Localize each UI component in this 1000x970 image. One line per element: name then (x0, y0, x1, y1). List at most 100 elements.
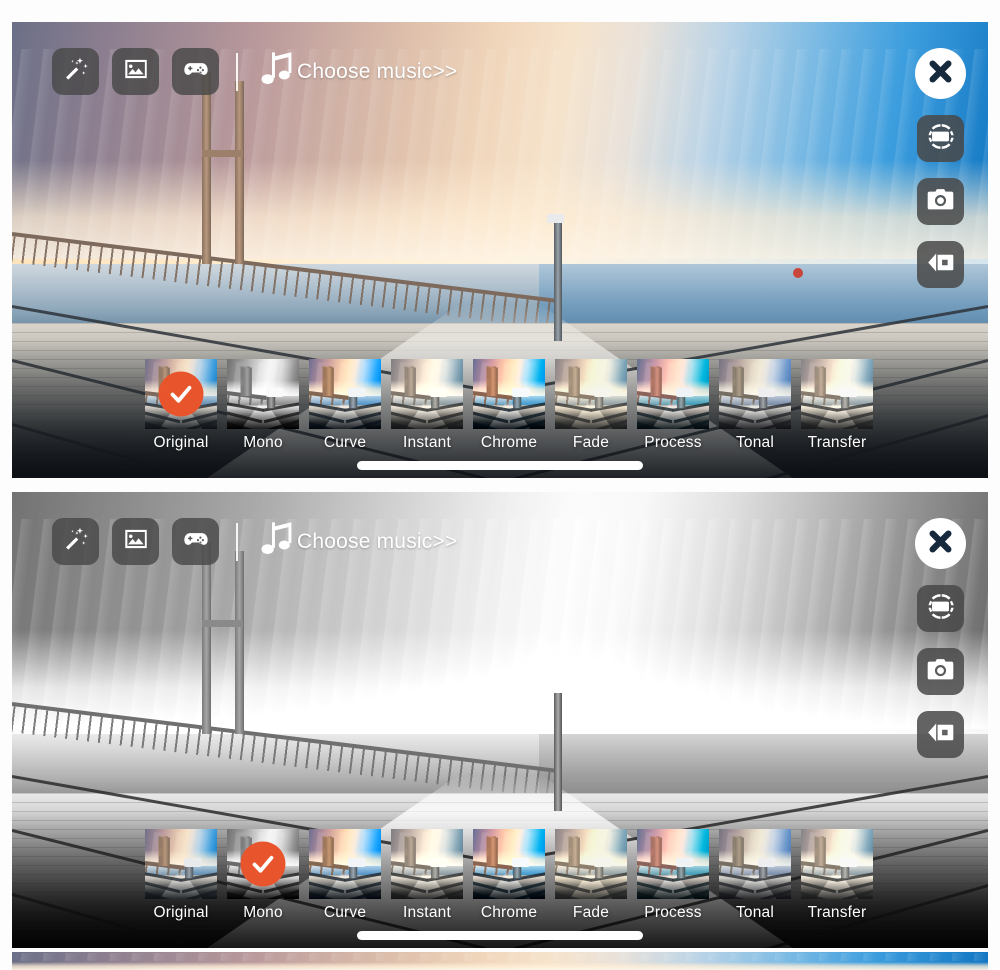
filter-thumbnail (145, 359, 217, 429)
video-camera-icon (926, 248, 955, 282)
filter-item-process[interactable]: Process (632, 359, 714, 452)
filter-label: Process (644, 904, 702, 921)
filter-item-original[interactable]: Original (140, 829, 222, 922)
filter-item-instant[interactable]: Instant (386, 359, 468, 452)
filter-thumbnail (719, 359, 791, 429)
video-button[interactable] (917, 711, 964, 758)
magic-wand-icon (62, 525, 90, 558)
gamepad-icon (182, 525, 210, 558)
rotate-frame-icon (926, 592, 955, 626)
filter-preview (719, 359, 791, 429)
filter-item-tonal[interactable]: Tonal (714, 829, 796, 922)
filter-item-chrome[interactable]: Chrome (468, 359, 550, 452)
preview-image-next (12, 952, 988, 970)
close-icon (927, 528, 954, 560)
filter-item-mono[interactable]: Mono (222, 829, 304, 922)
screenshot-page: Choose music>> Original Mono Curve Insta… (0, 0, 1000, 970)
filter-thumbnail (309, 359, 381, 429)
filter-label: Mono (243, 434, 283, 451)
filter-thumbnail (555, 359, 627, 429)
filter-label: Chrome (480, 904, 538, 921)
filter-thumbnail (637, 359, 709, 429)
gamepad-button[interactable] (172, 518, 219, 565)
filter-label: Transfer (807, 434, 867, 451)
close-button[interactable] (915, 48, 966, 99)
close-button[interactable] (915, 518, 966, 569)
photo-button[interactable] (112, 518, 159, 565)
camera-button[interactable] (917, 648, 964, 695)
filter-label: Mono (243, 904, 283, 921)
filter-item-instant[interactable]: Instant (386, 829, 468, 922)
right-action-rail (915, 518, 966, 758)
video-button[interactable] (917, 241, 964, 288)
filter-preview (555, 359, 627, 429)
home-indicator[interactable] (357, 461, 643, 470)
gamepad-icon (182, 55, 210, 88)
rotate-button[interactable] (917, 115, 964, 162)
filter-item-transfer[interactable]: Transfer (796, 359, 878, 452)
magic-wand-button[interactable] (52, 518, 99, 565)
filter-strip[interactable]: Original Mono Curve Instant Chrome Fade … (140, 359, 988, 452)
filter-item-chrome[interactable]: Chrome (468, 829, 550, 922)
pier-post-cap (546, 683, 564, 693)
filter-label: Fade (572, 904, 610, 921)
filter-thumbnail (145, 829, 217, 899)
filter-label: Instant (403, 904, 451, 921)
top-toolbar: Choose music>> (52, 48, 457, 95)
filter-item-curve[interactable]: Curve (304, 829, 386, 922)
filter-label: Curve (323, 434, 367, 451)
close-icon (927, 58, 954, 90)
toolbar-divider (236, 522, 238, 561)
camera-button[interactable] (917, 178, 964, 225)
editor-panel-original: Choose music>> Original Mono Curve Insta… (12, 22, 988, 478)
choose-music-button[interactable]: Choose music>> (257, 49, 457, 94)
filter-thumbnail (309, 829, 381, 899)
bridge-pylon-left (202, 542, 212, 734)
pier-post-cap (546, 213, 564, 223)
filter-preview (801, 359, 873, 429)
rotate-button[interactable] (917, 585, 964, 632)
image-icon (122, 55, 150, 88)
filter-item-fade[interactable]: Fade (550, 359, 632, 452)
filter-thumbnail (391, 829, 463, 899)
filter-thumbnail (227, 359, 299, 429)
filter-item-tonal[interactable]: Tonal (714, 359, 796, 452)
selected-check-icon (240, 841, 286, 887)
filter-preview (555, 829, 627, 899)
filter-label: Process (644, 434, 702, 451)
filter-item-process[interactable]: Process (632, 829, 714, 922)
filter-item-original[interactable]: Original (140, 359, 222, 452)
filter-thumbnail (473, 359, 545, 429)
magic-wand-button[interactable] (52, 48, 99, 95)
filter-preview (473, 359, 545, 429)
filter-item-fade[interactable]: Fade (550, 829, 632, 922)
pier-post (553, 218, 562, 342)
filter-thumbnail (637, 829, 709, 899)
filter-preview (391, 359, 463, 429)
filter-preview (719, 829, 791, 899)
filter-thumbnail (473, 829, 545, 899)
filter-item-curve[interactable]: Curve (304, 359, 386, 452)
camera-icon (926, 655, 955, 689)
home-indicator[interactable] (357, 931, 643, 940)
filter-item-transfer[interactable]: Transfer (796, 829, 878, 922)
filter-label: Tonal (735, 434, 775, 451)
filter-preview (473, 829, 545, 899)
photo-button[interactable] (112, 48, 159, 95)
filter-preview (227, 359, 299, 429)
music-note-icon (257, 49, 295, 94)
bridge-pylon-crossbar (202, 149, 244, 157)
editor-panel-next (12, 952, 988, 970)
filter-strip[interactable]: Original Mono Curve Instant Chrome Fade … (140, 829, 988, 922)
image-icon (122, 525, 150, 558)
bridge-pylon-right (234, 551, 244, 734)
filter-thumbnail (227, 829, 299, 899)
selected-check-icon (158, 371, 204, 417)
filter-item-mono[interactable]: Mono (222, 359, 304, 452)
gamepad-button[interactable] (172, 48, 219, 95)
choose-music-button[interactable]: Choose music>> (257, 519, 457, 564)
music-note-icon (257, 519, 295, 564)
filter-label: Fade (572, 434, 610, 451)
right-action-rail (915, 48, 966, 288)
filter-preview (391, 829, 463, 899)
